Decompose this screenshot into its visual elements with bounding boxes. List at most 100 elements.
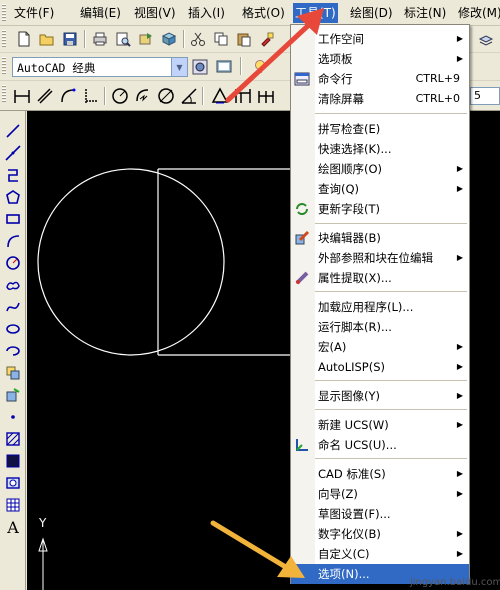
toolbar-grip[interactable] (2, 85, 6, 103)
menu-draw[interactable]: 绘图(D) (348, 3, 395, 23)
save-icon[interactable] (60, 29, 80, 49)
copy-icon[interactable] (211, 29, 231, 49)
diameter-dimension-icon[interactable] (156, 86, 176, 106)
3d-dwf-icon[interactable] (159, 29, 179, 49)
paste-icon[interactable] (234, 29, 254, 49)
cut-icon[interactable] (188, 29, 208, 49)
tools-menu-item[interactable]: 选项板 ▶ (291, 49, 469, 69)
baseline-dimension-icon[interactable] (233, 86, 253, 106)
tools-menu-item[interactable]: 显示图像(Y) ▶ (291, 386, 469, 406)
menu-tools[interactable]: 工具(T) (293, 3, 338, 23)
revision-cloud-icon[interactable] (2, 275, 24, 295)
toolbar-grip[interactable] (2, 30, 6, 48)
submenu-arrow-icon: ▶ (456, 362, 463, 371)
menu-view[interactable]: 视图(V) (132, 3, 178, 23)
open-file-icon[interactable] (37, 29, 57, 49)
multiline-text-icon[interactable]: A (2, 517, 24, 537)
table-icon[interactable] (2, 495, 24, 515)
tools-menu-item[interactable]: 命令行 CTRL+9 (291, 69, 469, 89)
tools-menu-item[interactable]: AutoLISP(S) ▶ (291, 357, 469, 377)
tools-menu-item[interactable]: 查询(Q) ▶ (291, 179, 469, 199)
tools-menu-item-label: 工作空间 (318, 32, 364, 46)
tools-menu-item-shortcut: CTRL+0 (415, 92, 460, 105)
menu-modify[interactable]: 修改(M) (456, 3, 500, 23)
tools-menu-item[interactable]: 草图设置(F)... (291, 504, 469, 524)
tools-menu-item-label: 草图设置(F)... (318, 507, 391, 521)
polyline-icon[interactable] (2, 165, 24, 185)
submenu-arrow-icon: ▶ (456, 391, 463, 400)
submenu-arrow-icon: ▶ (456, 549, 463, 558)
tools-menu-item-label: 清除屏幕 (318, 92, 364, 106)
tools-menu-item-label: 新建 UCS(W) (318, 418, 389, 432)
submenu-arrow-icon: ▶ (456, 489, 463, 498)
dimension-style-field[interactable]: 5 (470, 87, 500, 105)
tools-menu-item[interactable]: 清除屏幕 CTRL+0 (291, 89, 469, 109)
tools-menu-item[interactable]: 运行脚本(R)... (291, 317, 469, 337)
print-icon[interactable] (90, 29, 110, 49)
radius-dimension-icon[interactable] (110, 86, 130, 106)
make-block-icon[interactable] (2, 385, 24, 405)
block-editor-icon (294, 230, 310, 246)
tools-menu-item[interactable]: 加载应用程序(L)... (291, 297, 469, 317)
line-icon[interactable] (2, 121, 24, 141)
rectangle-icon[interactable] (2, 209, 24, 229)
spline-icon[interactable] (2, 297, 24, 317)
tools-menu-item[interactable]: 块编辑器(B) (291, 228, 469, 248)
layer-tool-icon[interactable] (476, 29, 496, 49)
workspace-select[interactable]: AutoCAD 经典 ▼ (12, 57, 188, 77)
toolbar-grip[interactable] (2, 57, 6, 75)
tools-menu-item[interactable]: 命名 UCS(U)... (291, 435, 469, 455)
tools-menu-item-label: 快速选择(K)... (318, 142, 392, 156)
tools-menu-item[interactable]: 工作空间 ▶ (291, 29, 469, 49)
menu-file[interactable]: 文件(F) (12, 3, 56, 23)
gradient-icon[interactable] (2, 451, 24, 471)
arc-length-icon[interactable] (58, 86, 78, 106)
light-bulb-icon[interactable] (250, 57, 270, 77)
tools-menu-item[interactable]: 绘图顺序(O) ▶ (291, 159, 469, 179)
point-icon[interactable] (2, 407, 24, 427)
jogged-dimension-icon[interactable] (133, 86, 153, 106)
menu-edit[interactable]: 编辑(E) (78, 3, 123, 23)
menu-dimension[interactable]: 标注(N) (402, 3, 448, 23)
tools-menu-item-label: 选项板 (318, 52, 353, 66)
region-icon[interactable] (2, 473, 24, 493)
aligned-dimension-icon[interactable] (35, 86, 55, 106)
ellipse-arc-icon[interactable] (2, 341, 24, 361)
hatch-icon[interactable] (2, 429, 24, 449)
tools-menu-item[interactable]: 数字化仪(B) ▶ (291, 524, 469, 544)
continue-dimension-icon[interactable] (256, 86, 276, 106)
tools-menu-item[interactable]: 外部参照和块在位编辑 ▶ (291, 248, 469, 268)
tools-menu-item[interactable]: 宏(A) ▶ (291, 337, 469, 357)
arc-icon[interactable] (2, 231, 24, 251)
new-file-icon[interactable] (14, 29, 34, 49)
tools-menu-item[interactable]: 拼写检查(E) (291, 119, 469, 139)
match-properties-icon[interactable] (257, 29, 277, 49)
tools-menu-item[interactable]: 向导(Z) ▶ (291, 484, 469, 504)
tools-menu-item-label: 加载应用程序(L)... (318, 300, 414, 314)
menu-insert[interactable]: 插入(I) (186, 3, 227, 23)
publish-icon[interactable] (136, 29, 156, 49)
menubar-grip[interactable] (2, 4, 6, 22)
ellipse-icon[interactable] (2, 319, 24, 339)
tools-menu-item[interactable]: 快速选择(K)... (291, 139, 469, 159)
print-preview-icon[interactable] (113, 29, 133, 49)
construction-line-icon[interactable] (2, 143, 24, 163)
polygon-icon[interactable] (2, 187, 24, 207)
my-workspace-icon[interactable] (214, 57, 234, 77)
tools-menu-item[interactable]: 自定义(C) ▶ (291, 544, 469, 564)
tools-menu-item-label: 块编辑器(B) (318, 231, 381, 245)
angular-dimension-icon[interactable] (179, 86, 199, 106)
submenu-arrow-icon: ▶ (456, 420, 463, 429)
linear-dimension-icon[interactable] (12, 86, 32, 106)
insert-block-icon[interactable] (2, 363, 24, 383)
workspace-settings-icon[interactable] (190, 57, 210, 77)
chevron-down-icon[interactable]: ▼ (171, 58, 187, 76)
tools-menu-item[interactable]: 更新字段(T) (291, 199, 469, 219)
tools-menu-item[interactable]: 属性提取(X)... (291, 268, 469, 288)
menu-format[interactable]: 格式(O) (240, 3, 287, 23)
tools-menu-item[interactable]: 新建 UCS(W) ▶ (291, 415, 469, 435)
ordinate-dimension-icon[interactable] (81, 86, 101, 106)
circle-icon[interactable] (2, 253, 24, 273)
quick-dimension-icon[interactable] (210, 86, 230, 106)
tools-menu-item[interactable]: CAD 标准(S) ▶ (291, 464, 469, 484)
